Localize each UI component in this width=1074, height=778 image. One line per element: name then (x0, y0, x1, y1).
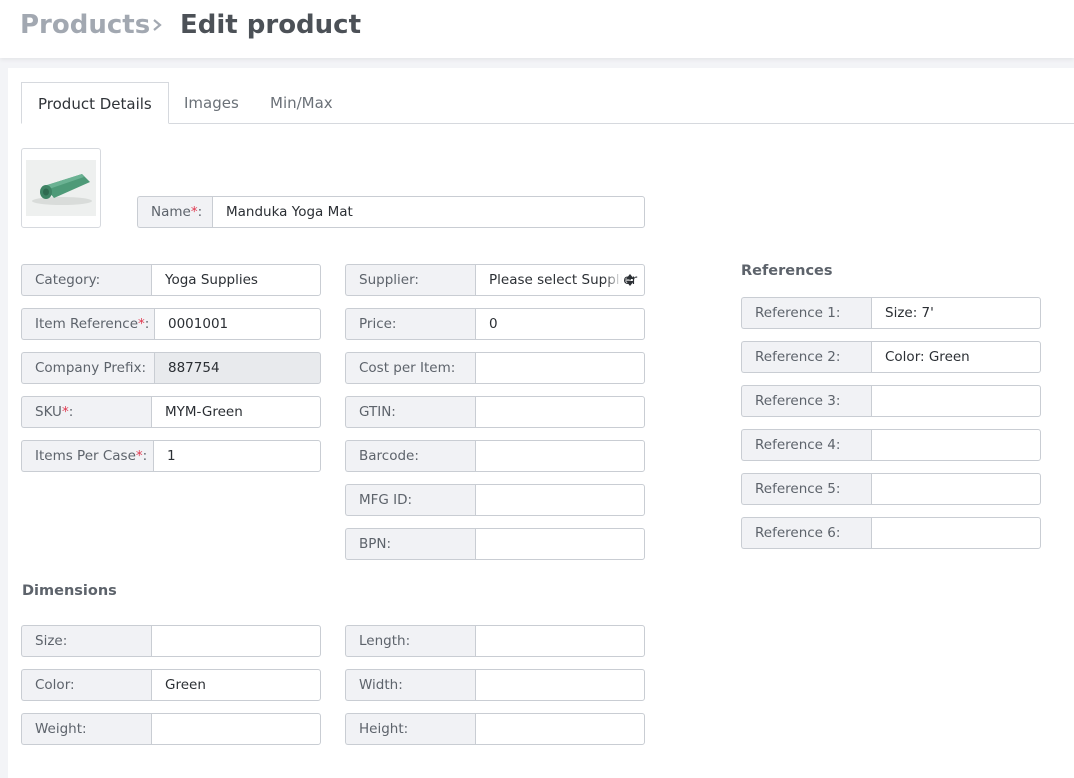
reference-3-input[interactable] (871, 385, 1041, 417)
price-label: Price: (345, 308, 475, 340)
sku-label: SKU*: (21, 396, 151, 428)
tab-divider (21, 123, 1074, 124)
category-label: Category: (21, 264, 151, 296)
barcode-field: Barcode: (345, 440, 645, 472)
bpn-input[interactable] (475, 528, 645, 560)
cost-per-item-label: Cost per Item: (345, 352, 475, 384)
reference-4-input[interactable] (871, 429, 1041, 461)
barcode-label: Barcode: (345, 440, 475, 472)
page-title: Edit product (180, 10, 362, 40)
size-field: Size: (21, 625, 321, 657)
select-fade (604, 266, 622, 294)
tab-product-details[interactable]: Product Details (21, 82, 169, 124)
bpn-label: BPN: (345, 528, 475, 560)
dimensions-title: Dimensions (22, 583, 117, 599)
product-image-frame (26, 160, 96, 216)
company-prefix-input: 887754 (154, 352, 321, 384)
size-input[interactable] (151, 625, 321, 657)
select-arrows-icon (626, 274, 634, 286)
reference-4-field: Reference 4: (741, 429, 1041, 461)
company-prefix-label: Company Prefix: (21, 352, 154, 384)
name-label: Name*: (137, 196, 212, 228)
item-reference-label: Item Reference*: (21, 308, 154, 340)
reference-6-label: Reference 6: (741, 517, 871, 549)
reference-3-label: Reference 3: (741, 385, 871, 417)
width-input[interactable] (475, 669, 645, 701)
length-field: Length: (345, 625, 645, 657)
reference-2-input[interactable]: Color: Green (871, 341, 1041, 373)
reference-5-field: Reference 5: (741, 473, 1041, 505)
gtin-field: GTIN: (345, 396, 645, 428)
color-label: Color: (21, 669, 151, 701)
item-reference-input[interactable]: 0001001 (154, 308, 321, 340)
chevron-right-icon (153, 19, 162, 31)
product-thumbnail[interactable] (21, 148, 101, 228)
tab-images[interactable]: Images (184, 82, 239, 124)
category-input[interactable]: Yoga Supplies (151, 264, 321, 296)
width-field: Width: (345, 669, 645, 701)
reference-1-input[interactable]: Size: 7' (871, 297, 1041, 329)
items-per-case-label: Items Per Case*: (21, 440, 153, 472)
reference-2-label: Reference 2: (741, 341, 871, 373)
reference-6-field: Reference 6: (741, 517, 1041, 549)
references-title: References (741, 263, 833, 279)
color-field: Color: Green (21, 669, 321, 701)
name-field: Name*: Manduka Yoga Mat (137, 196, 645, 228)
barcode-input[interactable] (475, 440, 645, 472)
length-input[interactable] (475, 625, 645, 657)
reference-4-label: Reference 4: (741, 429, 871, 461)
height-field: Height: (345, 713, 645, 745)
length-label: Length: (345, 625, 475, 657)
weight-input[interactable] (151, 713, 321, 745)
gtin-input[interactable] (475, 396, 645, 428)
price-input[interactable]: 0 (475, 308, 645, 340)
reference-1-label: Reference 1: (741, 297, 871, 329)
cost-per-item-input[interactable] (475, 352, 645, 384)
reference-5-label: Reference 5: (741, 473, 871, 505)
items-per-case-field: Items Per Case*: 1 (21, 440, 321, 472)
sku-field: SKU*: MYM-Green (21, 396, 321, 428)
cost-per-item-field: Cost per Item: (345, 352, 645, 384)
height-label: Height: (345, 713, 475, 745)
category-field: Category: Yoga Supplies (21, 264, 321, 296)
company-prefix-field: Company Prefix: 887754 (21, 352, 321, 384)
yoga-mat-image (32, 174, 92, 205)
reference-3-field: Reference 3: (741, 385, 1041, 417)
breadcrumb-products[interactable]: Products (20, 10, 150, 40)
mfg-id-input[interactable] (475, 484, 645, 516)
items-per-case-input[interactable]: 1 (153, 440, 321, 472)
gtin-label: GTIN: (345, 396, 475, 428)
width-label: Width: (345, 669, 475, 701)
supplier-label: Supplier: (345, 264, 475, 296)
supplier-field: Supplier: Please select Supplier (345, 264, 645, 296)
tab-min-max[interactable]: Min/Max (270, 82, 333, 124)
reference-1-field: Reference 1: Size: 7' (741, 297, 1041, 329)
color-input[interactable]: Green (151, 669, 321, 701)
mfg-id-field: MFG ID: (345, 484, 645, 516)
supplier-select[interactable]: Please select Supplier (475, 264, 645, 296)
page-header: Products Edit product (0, 0, 1074, 58)
reference-6-input[interactable] (871, 517, 1041, 549)
reference-5-input[interactable] (871, 473, 1041, 505)
name-input[interactable]: Manduka Yoga Mat (212, 196, 645, 228)
weight-field: Weight: (21, 713, 321, 745)
height-input[interactable] (475, 713, 645, 745)
weight-label: Weight: (21, 713, 151, 745)
sku-input[interactable]: MYM-Green (151, 396, 321, 428)
bpn-field: BPN: (345, 528, 645, 560)
reference-2-field: Reference 2: Color: Green (741, 341, 1041, 373)
size-label: Size: (21, 625, 151, 657)
mfg-id-label: MFG ID: (345, 484, 475, 516)
price-field: Price: 0 (345, 308, 645, 340)
item-reference-field: Item Reference*: 0001001 (21, 308, 321, 340)
